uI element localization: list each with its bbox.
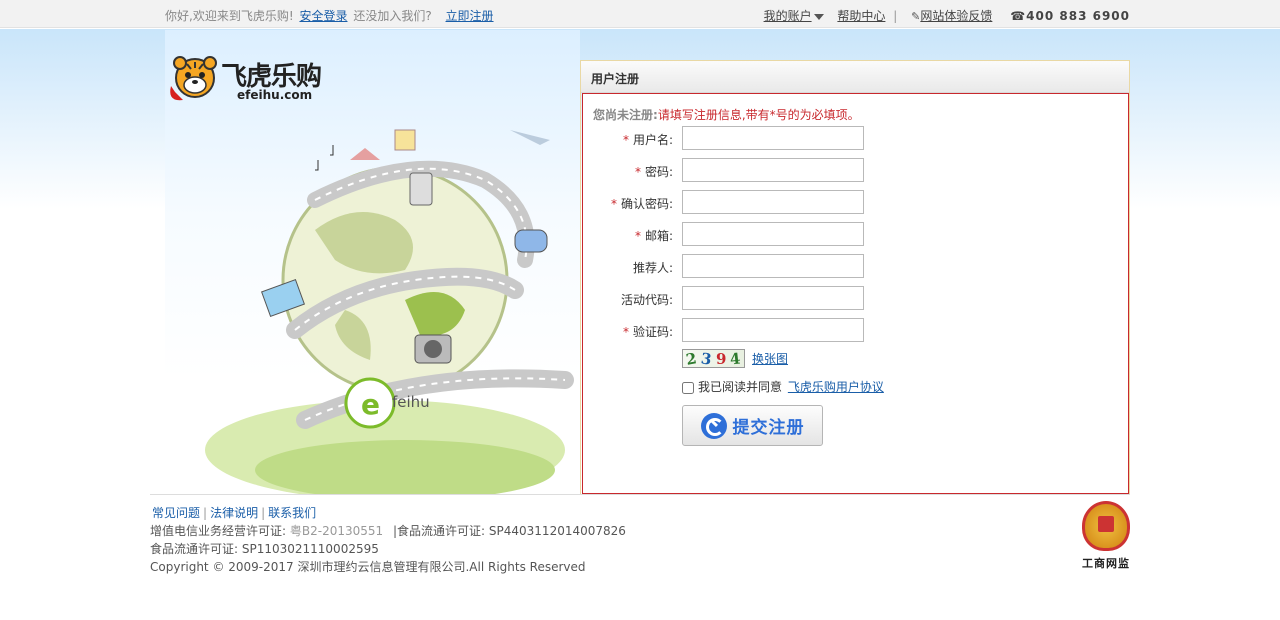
register-form: 您尚未注册:请填写注册信息,带有*号的为必填项。 * 用户名: * 密码: * 确认密… [582,93,1129,494]
hero-illustration: 飞虎乐购 efeihu.com e feihu [165,30,580,495]
footer-links: 常见问题 | 法律说明 | 联系我们 [152,506,317,520]
captcha-image[interactable]: 2 3 9 4 [682,349,745,368]
legal-link[interactable]: 法律说明 [210,506,258,520]
referrer-row: 推荐人: [583,254,1130,280]
login-link[interactable]: 安全登录 [299,9,347,23]
referrer-input[interactable] [682,254,864,278]
notice-label: 您尚未注册: [593,108,658,122]
email-field[interactable] [682,222,864,246]
panel-title: 用户注册 [581,61,1129,93]
submit-arrow-icon [700,412,727,439]
form-notice: 您尚未注册:请填写注册信息,带有*号的为必填项。 [593,106,860,123]
email-row: * 邮箱: [583,222,1130,248]
agree-text: 我已阅读并同意 [698,380,783,394]
top-bar: 你好,欢迎来到飞虎乐购! 安全登录 还没加入我们? 立即注册 我的账户 帮助中心… [0,0,1280,28]
not-joined-text: 还没加入我们? [353,9,432,23]
agree-checkbox[interactable] [682,381,694,394]
license-line: 增值电信业务经营许可证: 粤B2-20130551 |食品流通许可证: SP44… [150,524,626,538]
help-center-link[interactable]: 帮助中心 [837,9,885,23]
badge-caption: 工商网监 [1082,557,1130,570]
swap-captcha-link[interactable]: 换张图 [752,350,788,367]
confirm-password-label: 确认密码: [620,197,673,211]
emblem-icon [1082,501,1130,551]
chevron-down-icon[interactable] [813,13,824,20]
pencil-icon: ✎ [911,10,921,23]
confirm-password-input[interactable] [682,190,864,214]
copyright: Copyright © 2009-2017 深圳市理约云信息管理有限公司.All… [150,560,586,574]
password-row: * 密码: [583,158,1130,184]
referrer-label: 推荐人: [632,261,673,275]
email-label: 邮箱: [644,229,673,243]
food-license-line: 食品流通许可证: SP1103021110002595 [150,542,379,556]
register-panel: 用户注册 您尚未注册:请填写注册信息,带有*号的为必填项。 * 用户名: * 密码:… [580,60,1130,495]
activity-code-input[interactable] [682,286,864,310]
phone-icon: ☎ [1010,9,1027,23]
agreement-link[interactable]: 飞虎乐购用户协议 [788,380,884,394]
business-badge[interactable]: 工商网监 [1078,501,1134,571]
footer: 常见问题 | 法律说明 | 联系我们 增值电信业务经营许可证: 粤B2-20130551… [150,494,1130,574]
contact-link[interactable]: 联系我们 [268,506,316,520]
top-bar-left: 你好,欢迎来到飞虎乐购! 安全登录 还没加入我们? 立即注册 [165,7,496,24]
submit-register-button[interactable]: 提交注册 [682,405,823,446]
faq-link[interactable]: 常见问题 [152,506,200,520]
feedback-link[interactable]: 网站体验反馈 [920,9,992,23]
captcha-label: 验证码: [632,325,673,339]
username-label: 用户名: [632,133,673,147]
activity-code-row: 活动代码: [583,286,1130,312]
activity-code-label: 活动代码: [620,293,673,307]
agreement: 我已阅读并同意 飞虎乐购用户协议 [682,378,884,395]
my-account-link[interactable]: 我的账户 [764,9,812,23]
feihu-badge-text: feihu [392,393,430,411]
globe-illustration: e feihu [205,129,574,495]
top-bar-right: 我的账户 帮助中心 | ✎网站体验反馈 ☎400 883 6900 [764,7,1130,24]
svg-text:e: e [361,388,380,421]
username-row: * 用户名: [583,126,1130,152]
password-label: 密码: [644,165,673,179]
password-input[interactable] [682,158,864,182]
submit-label: 提交注册 [732,418,805,437]
register-link[interactable]: 立即注册 [446,9,494,23]
captcha-input[interactable] [682,318,864,342]
username-input[interactable] [682,126,864,150]
captcha-row: * 验证码: [583,318,1130,344]
confirm-password-row: * 确认密码: [583,190,1130,216]
phone-number: ☎400 883 6900 [1010,9,1130,23]
divider: | [893,9,898,23]
notice-message: 请填写注册信息,带有*号的为必填项。 [657,108,860,122]
greeting-text: 你好,欢迎来到飞虎乐购! [165,9,294,23]
